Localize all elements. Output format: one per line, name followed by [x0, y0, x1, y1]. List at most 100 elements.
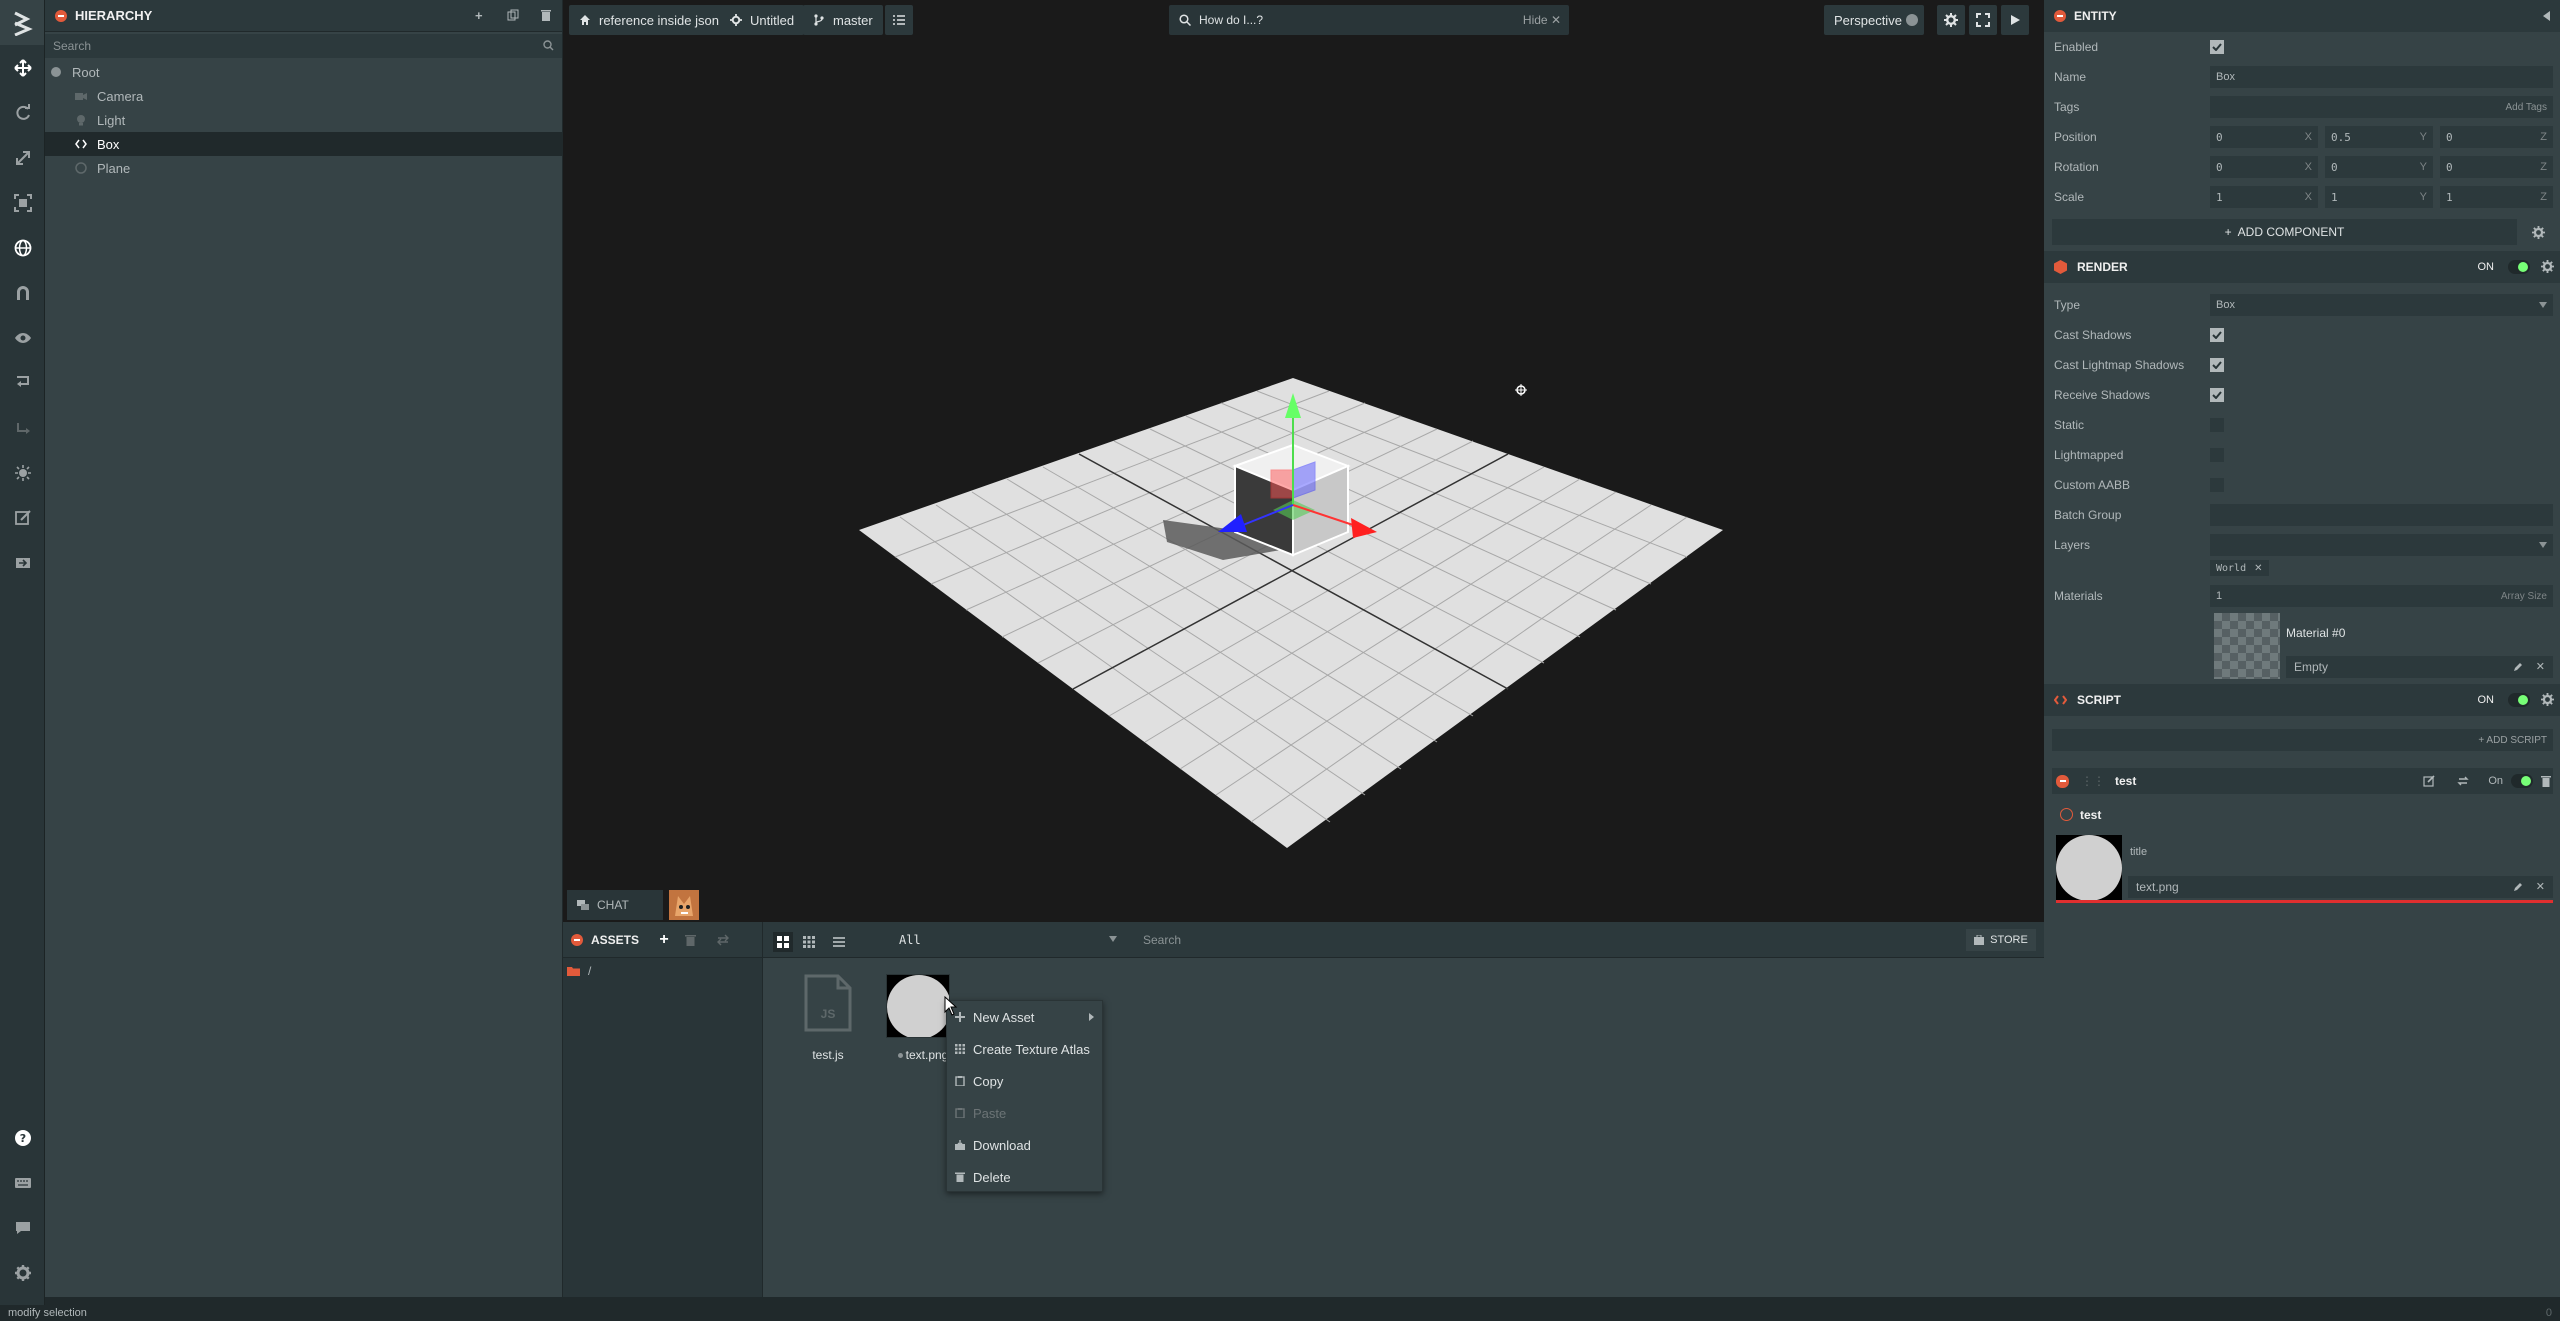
scale-x-input[interactable]: 1X [2210, 186, 2318, 208]
settings-gear-icon[interactable] [0, 1250, 45, 1295]
resize-icon[interactable] [0, 180, 45, 225]
view-grid-large-icon[interactable] [773, 932, 793, 952]
rotate-icon[interactable] [0, 90, 45, 135]
view-list-icon[interactable] [833, 936, 845, 948]
folder-root[interactable]: / [567, 964, 591, 978]
redo-icon[interactable] [0, 405, 45, 450]
materials-array-size-input[interactable]: 1 Array Size [2210, 585, 2553, 607]
collapse-attributes-icon[interactable] [2060, 808, 2073, 821]
layer-tag-world: World ✕ [2210, 560, 2269, 576]
magnet-icon[interactable] [0, 270, 45, 315]
script-settings-gear-icon[interactable] [2541, 693, 2554, 706]
edit-script-icon[interactable] [2423, 775, 2435, 787]
materials-row: Materials 1 Array Size [2044, 583, 2560, 609]
rotation-y-input[interactable]: 0Y [2325, 156, 2433, 178]
menu-item-delete[interactable]: Delete [947, 1161, 1102, 1193]
viewport[interactable]: reference inside json Untitled master Ho… [563, 0, 2044, 922]
position-z-input[interactable]: 0Z [2440, 126, 2553, 148]
edit-pencil-icon[interactable] [2513, 662, 2523, 672]
paste-icon [955, 1108, 967, 1118]
batch-group-select[interactable] [2210, 504, 2553, 526]
scale-y-input[interactable]: 1Y [2325, 186, 2433, 208]
store-button[interactable]: STORE [1966, 929, 2036, 951]
enabled-checkbox[interactable] [2210, 40, 2224, 54]
collapse-panel-icon[interactable] [55, 9, 67, 22]
reload-script-icon[interactable] [2457, 775, 2469, 787]
texture-attribute-thumbnail[interactable] [2056, 835, 2122, 901]
add-component-button[interactable]: + ADD COMPONENT [2052, 219, 2517, 245]
remove-script-icon[interactable] [2541, 775, 2551, 787]
receive-shadows-checkbox[interactable] [2210, 388, 2224, 402]
add-entity-icon[interactable]: + [475, 8, 483, 23]
duplicate-entity-icon[interactable] [507, 9, 519, 21]
clear-texture-icon[interactable]: ✕ [2536, 880, 2545, 893]
tree-item-box[interactable]: Box [45, 132, 562, 156]
scene-canvas[interactable] [563, 0, 2044, 922]
delete-asset-icon[interactable] [685, 934, 696, 946]
remove-layer-icon[interactable]: ✕ [2254, 563, 2262, 574]
menu-item-create-texture-atlas[interactable]: Create Texture Atlas [947, 1033, 1102, 1065]
tags-input[interactable]: Add Tags [2210, 96, 2553, 118]
scale-z-input[interactable]: 1Z [2440, 186, 2553, 208]
entity-settings-gear-icon[interactable] [2524, 219, 2552, 245]
menu-item-download[interactable]: Download [947, 1129, 1102, 1161]
render-icon [75, 162, 87, 174]
code-editor-icon[interactable] [0, 495, 45, 540]
asset-item-test-js[interactable]: JS test.js [786, 972, 870, 1072]
add-asset-icon[interactable]: + [655, 931, 673, 949]
layers-select[interactable] [2210, 534, 2553, 556]
delete-entity-icon[interactable] [540, 9, 552, 21]
position-x-input[interactable]: 0X [2210, 126, 2318, 148]
translate-icon[interactable] [0, 45, 45, 90]
collapse-arrow-icon[interactable] [2543, 11, 2550, 21]
lightmap-icon[interactable] [0, 450, 45, 495]
tree-item-camera[interactable]: Camera [45, 84, 562, 108]
cast-lightmap-shadows-checkbox[interactable] [2210, 358, 2224, 372]
static-checkbox[interactable] [2210, 418, 2224, 432]
script-instance-toggle[interactable] [2511, 774, 2533, 788]
tree-item-root[interactable]: Root [45, 60, 562, 84]
render-enabled-toggle[interactable] [2508, 260, 2530, 274]
menu-item-copy[interactable]: Copy [947, 1065, 1102, 1097]
publish-icon[interactable] [0, 540, 45, 585]
view-grid-small-icon[interactable] [803, 936, 815, 948]
hierarchy-search-input[interactable]: Search [45, 34, 562, 58]
menu-item-new-asset[interactable]: New Asset [947, 1001, 1102, 1033]
eye-icon[interactable] [0, 315, 45, 360]
asset-search-input[interactable]: Search [1135, 929, 1361, 951]
tree-item-light[interactable]: Light [45, 108, 562, 132]
material-thumbnail[interactable] [2214, 613, 2280, 679]
scale-icon[interactable] [0, 135, 45, 180]
user-avatar[interactable] [669, 890, 699, 920]
edit-pencil-icon[interactable] [2513, 882, 2523, 892]
drag-handle-icon[interactable]: ⋮⋮ [2081, 774, 2105, 788]
help-icon[interactable]: ? [0, 1115, 45, 1160]
script-enabled-toggle[interactable] [2508, 693, 2530, 707]
asset-type-filter-select[interactable]: All [891, 929, 1123, 951]
collapse-panel-icon[interactable] [571, 934, 583, 946]
cast-shadows-checkbox[interactable] [2210, 328, 2224, 342]
tree-item-plane[interactable]: Plane [45, 156, 562, 180]
clear-material-icon[interactable]: ✕ [2536, 660, 2545, 673]
add-script-button[interactable]: + ADD SCRIPT [2052, 729, 2553, 751]
undo-icon[interactable] [0, 360, 45, 405]
material-asset-field[interactable]: Empty ✕ [2286, 656, 2553, 678]
custom-aabb-checkbox[interactable] [2210, 478, 2224, 492]
logo-icon[interactable] [0, 0, 44, 45]
position-y-input[interactable]: 0.5 Y [2325, 126, 2433, 148]
texture-attribute-field[interactable]: text.png ✕ [2128, 876, 2553, 898]
rotation-z-input[interactable]: 0Z [2440, 156, 2553, 178]
rotation-x-input[interactable]: 0X [2210, 156, 2318, 178]
render-type-select[interactable]: Box [2210, 294, 2553, 316]
collapse-panel-icon[interactable] [2054, 10, 2066, 22]
feedback-icon[interactable] [0, 1205, 45, 1250]
entity-name-input[interactable]: Box [2210, 66, 2553, 88]
chat-button[interactable]: CHAT [567, 890, 663, 920]
move-asset-icon[interactable] [717, 934, 729, 946]
menu-item-paste[interactable]: Paste [947, 1097, 1102, 1129]
world-icon[interactable] [0, 225, 45, 270]
lightmapped-checkbox[interactable] [2210, 448, 2224, 462]
render-settings-gear-icon[interactable] [2541, 260, 2554, 273]
keyboard-icon[interactable] [0, 1160, 45, 1205]
collapse-script-icon[interactable] [2056, 774, 2069, 788]
